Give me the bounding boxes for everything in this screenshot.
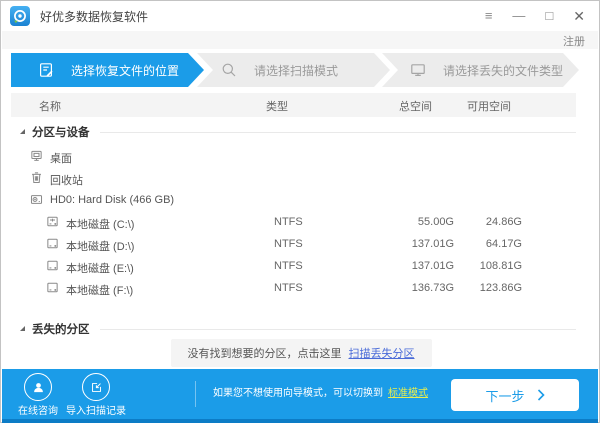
device-name: 本地磁盘 (C:\) [66, 216, 134, 232]
close-icon[interactable]: ✕ [573, 1, 585, 31]
section-title: 丢失的分区 [32, 321, 90, 337]
trash-icon [30, 171, 43, 184]
consult-label: 在线咨询 [18, 402, 58, 417]
device-type: NTFS [274, 216, 303, 228]
drive-system-icon [46, 215, 59, 228]
window-controls: ≡ — □ ✕ [485, 1, 585, 31]
search-icon [221, 62, 237, 78]
monitor-icon [410, 62, 426, 78]
register-link[interactable]: 注册 [563, 33, 585, 49]
step-file-types[interactable]: 请选择丢失的文件类型 [382, 53, 579, 87]
scan-lost-partitions-link[interactable]: 扫描丢失分区 [349, 348, 415, 360]
device-free-space: 123.86G [432, 282, 522, 294]
mode-hint: 如果您不想使用向导模式，可以切换到标准模式 [213, 369, 428, 419]
online-consult-button[interactable]: 在线咨询 [10, 373, 66, 417]
import-icon [82, 373, 110, 401]
device-row[interactable]: 桌面 [11, 145, 576, 167]
section-lost-partitions-header[interactable]: 丢失的分区 [11, 319, 576, 339]
table-header: 名称 类型 总空间 可用空间 [11, 93, 576, 117]
titlebar: 好优多数据恢复软件 ≡ — □ ✕ [1, 1, 599, 31]
device-row[interactable]: 回收站 [11, 167, 576, 189]
device-list: 桌面回收站 HD0: Hard Disk (466 GB) 本地磁盘 (C:\) NT… [11, 145, 576, 299]
step-select-location[interactable]: 选择恢复文件的位置 [11, 53, 204, 87]
document-icon [38, 62, 54, 78]
person-icon [24, 373, 52, 401]
column-type: 类型 [266, 98, 288, 114]
import-label: 导入扫描记录 [66, 402, 126, 417]
window-title: 好优多数据恢复软件 [40, 8, 148, 25]
collapse-triangle-icon [20, 129, 25, 134]
footer-divider [195, 381, 196, 407]
device-name: 本地磁盘 (E:\) [66, 260, 134, 276]
section-divider [100, 329, 577, 330]
step-label: 请选择丢失的文件类型 [443, 62, 563, 79]
app-logo-icon [10, 6, 30, 26]
column-free-space: 可用空间 [467, 98, 511, 114]
hint-text: 如果您不想使用向导模式，可以切换到 [213, 388, 383, 399]
desktop-icon [30, 149, 43, 162]
device-type: NTFS [274, 238, 303, 250]
device-row[interactable]: 本地磁盘 (F:\)NTFS136.73G123.86G [11, 277, 576, 299]
device-free-space: 108.81G [432, 260, 522, 272]
step-bar: 选择恢复文件的位置 请选择扫描模式 请选择丢失的文件类型 [1, 49, 599, 93]
next-step-button[interactable]: 下一步 [451, 379, 579, 411]
next-label: 下一步 [485, 386, 524, 405]
minimize-icon[interactable]: — [512, 1, 525, 31]
section-title: 分区与设备 [32, 124, 90, 140]
section-partitions-header[interactable]: 分区与设备 [11, 122, 576, 142]
device-row[interactable]: HD0: Hard Disk (466 GB) [11, 189, 576, 211]
notice-text: 没有找到想要的分区，点击这里 [188, 348, 342, 360]
device-row[interactable]: 本地磁盘 (E:\)NTFS137.01G108.81G [11, 255, 576, 277]
standard-mode-link[interactable]: 标准模式 [388, 388, 428, 399]
step-scan-mode[interactable]: 请选择扫描模式 [197, 53, 390, 87]
device-name: HD0: Hard Disk (466 GB) [50, 194, 174, 206]
app-window: 好优多数据恢复软件 ≡ — □ ✕ 注册 选择恢复文件的位置 [0, 0, 600, 423]
drive-icon [46, 237, 59, 250]
device-name: 回收站 [50, 172, 83, 188]
menu-icon[interactable]: ≡ [485, 1, 493, 31]
device-type: NTFS [274, 282, 303, 294]
device-free-space: 64.17G [432, 238, 522, 250]
chevron-right-icon [537, 389, 545, 401]
maximize-icon[interactable]: □ [545, 1, 553, 31]
drive-icon [46, 281, 59, 294]
column-total-space: 总空间 [399, 98, 432, 114]
collapse-triangle-icon [20, 326, 25, 331]
device-name: 本地磁盘 (D:\) [66, 238, 134, 254]
footer-strip [2, 419, 598, 423]
step-label: 请选择扫描模式 [254, 62, 338, 79]
device-free-space: 24.86G [432, 216, 522, 228]
drive-icon [46, 259, 59, 272]
subbar: 注册 [2, 31, 598, 49]
harddisk-icon [30, 193, 43, 206]
column-name: 名称 [39, 98, 61, 114]
section-divider [100, 132, 577, 133]
step-label: 选择恢复文件的位置 [71, 62, 179, 79]
import-scan-record-button[interactable]: 导入扫描记录 [68, 373, 124, 417]
lost-partition-notice: 没有找到想要的分区，点击这里扫描丢失分区 [1, 339, 600, 367]
device-name: 本地磁盘 (F:\) [66, 282, 133, 298]
device-row[interactable]: 本地磁盘 (D:\)NTFS137.01G64.17G [11, 233, 576, 255]
device-type: NTFS [274, 260, 303, 272]
footer-bar: 在线咨询 导入扫描记录 如果您不想使用向导模式，可以切换到标准模式 下一步 [2, 369, 598, 419]
device-name: 桌面 [50, 150, 72, 166]
device-row[interactable]: 本地磁盘 (C:\)NTFS55.00G24.86G [11, 211, 576, 233]
